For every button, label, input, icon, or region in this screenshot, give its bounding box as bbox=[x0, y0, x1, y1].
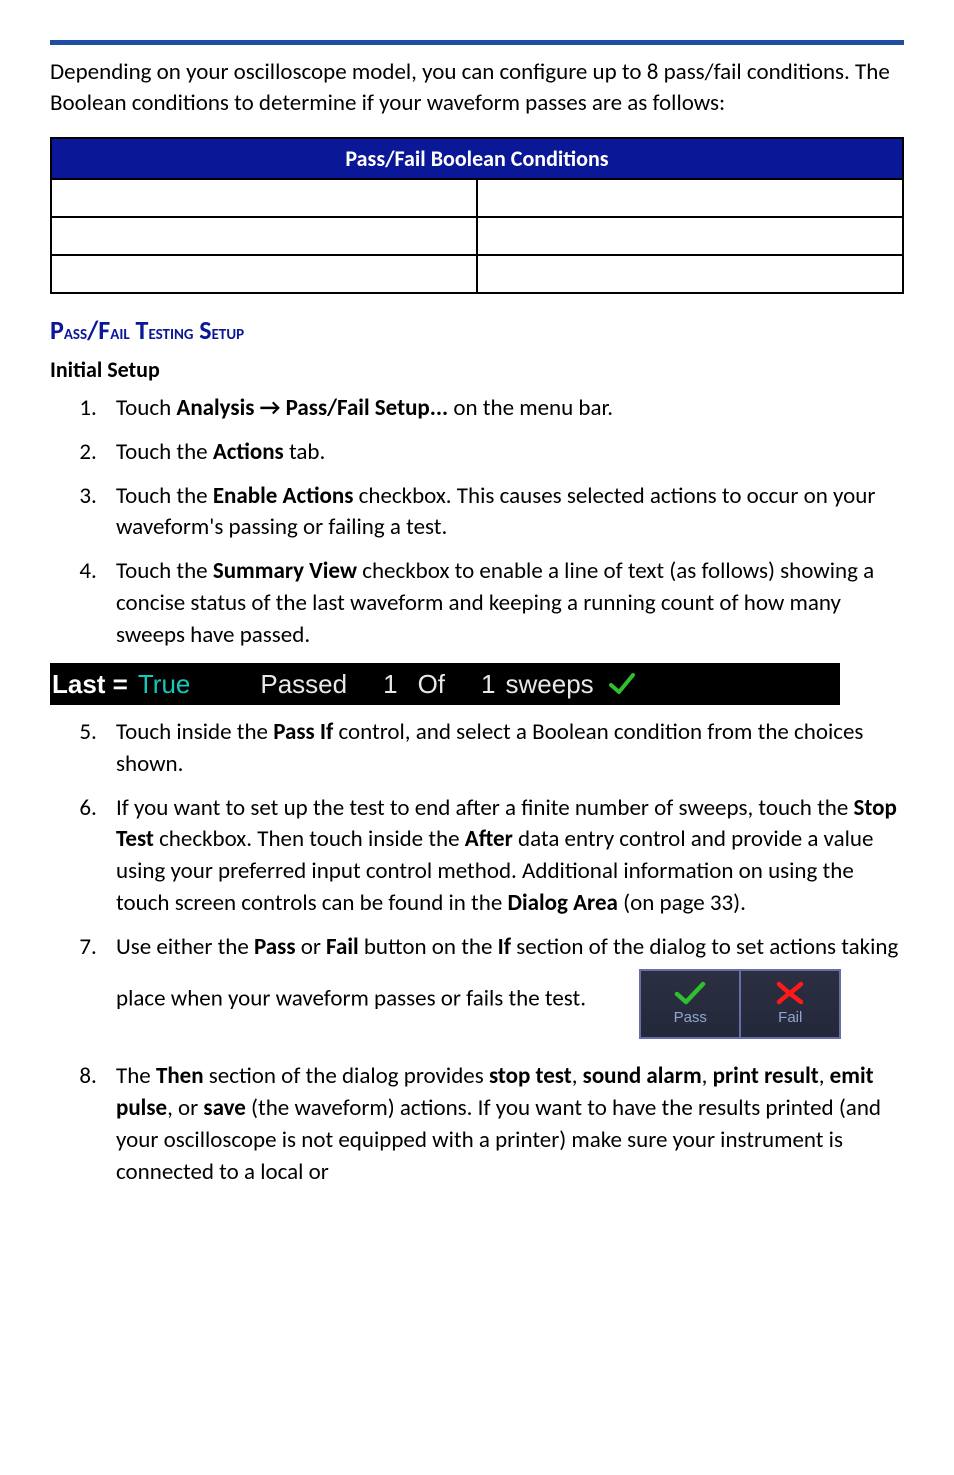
subheading-initial-setup: Initial Setup bbox=[50, 356, 904, 383]
summary-passed-label: Passed bbox=[260, 669, 347, 700]
table-row bbox=[51, 179, 903, 217]
step-6: If you want to set up the test to end af… bbox=[102, 793, 904, 920]
table-cell bbox=[477, 217, 903, 255]
top-divider bbox=[50, 40, 904, 45]
table-cell bbox=[477, 179, 903, 217]
step-1: Touch Analysis → Pass/Fail Setup... on t… bbox=[102, 393, 904, 425]
pass-check-icon bbox=[673, 980, 707, 1006]
summary-status-bar: Last = True Passed 1 Of 1 sweeps bbox=[50, 663, 840, 705]
document-page: Depending on your oscilloscope model, yo… bbox=[0, 0, 954, 1240]
table-row bbox=[51, 217, 903, 255]
summary-last-value: True bbox=[138, 669, 191, 700]
summary-last-label: Last = bbox=[52, 669, 128, 700]
pass-button-label: Pass bbox=[674, 1008, 707, 1029]
section-heading: Pass/Fail Testing Setup bbox=[50, 314, 904, 346]
table-cell bbox=[51, 179, 477, 217]
intro-paragraph: Depending on your oscilloscope model, yo… bbox=[50, 57, 904, 119]
table-row bbox=[51, 255, 903, 293]
step-7: Use either the Pass or Fail button on th… bbox=[102, 932, 904, 1050]
step-2: Touch the Actions tab. bbox=[102, 437, 904, 469]
table-cell bbox=[51, 217, 477, 255]
table-header: Pass/Fail Boolean Conditions bbox=[51, 138, 903, 179]
fail-button-label: Fail bbox=[778, 1008, 802, 1029]
fail-x-icon bbox=[773, 980, 807, 1006]
boolean-conditions-table: Pass/Fail Boolean Conditions bbox=[50, 137, 904, 294]
pass-fail-buttons: Pass Fail bbox=[639, 969, 841, 1039]
step-4: Touch the Summary View checkbox to enabl… bbox=[102, 556, 904, 651]
pass-button[interactable]: Pass bbox=[641, 971, 739, 1037]
summary-sweeps-label: sweeps bbox=[506, 669, 594, 700]
step-3: Touch the Enable Actions checkbox. This … bbox=[102, 481, 904, 544]
summary-count-b: 1 bbox=[481, 669, 495, 700]
checkmark-icon bbox=[608, 670, 636, 698]
table-cell bbox=[477, 255, 903, 293]
fail-button[interactable]: Fail bbox=[739, 971, 839, 1037]
steps-list-cont: Touch inside the Pass If control, and se… bbox=[50, 717, 904, 1188]
steps-list: Touch Analysis → Pass/Fail Setup... on t… bbox=[50, 393, 904, 651]
summary-count-a: 1 bbox=[383, 669, 397, 700]
step-5: Touch inside the Pass If control, and se… bbox=[102, 717, 904, 780]
summary-of-label: Of bbox=[418, 669, 445, 700]
table-cell bbox=[51, 255, 477, 293]
step-8: The Then section of the dialog provides … bbox=[102, 1061, 904, 1188]
